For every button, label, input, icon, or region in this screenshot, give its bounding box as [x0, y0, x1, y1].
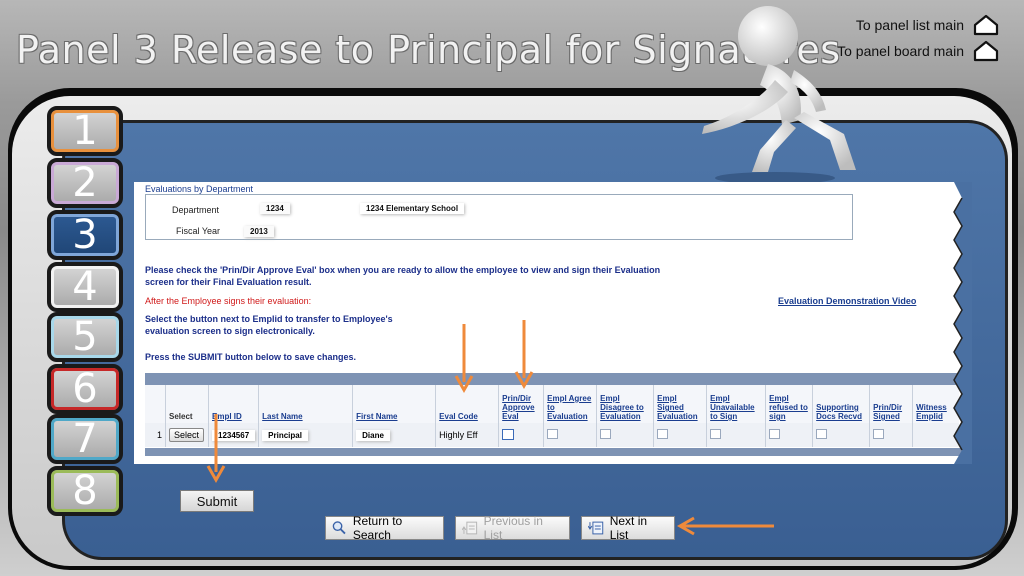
- instruction-approve-line1: Please check the 'Prin/Dir Approve Eval'…: [145, 265, 661, 275]
- previous-in-list-label: Previous in List: [483, 514, 543, 542]
- instruction-select-line2: evaluation screen to sign electronically…: [145, 326, 315, 336]
- grid-header-lastname[interactable]: Last Name: [258, 385, 353, 423]
- tab-7[interactable]: 7: [47, 414, 123, 464]
- lastname-value: Principal: [262, 430, 308, 441]
- section-title: Evaluations by Department: [145, 184, 254, 194]
- tab-8[interactable]: 8: [47, 466, 123, 516]
- next-in-list-label: Next in List: [609, 514, 648, 542]
- select-button[interactable]: Select: [169, 428, 205, 442]
- previous-in-list-button[interactable]: Previous in List: [455, 514, 570, 542]
- fiscal-year-label: Fiscal Year: [176, 226, 221, 236]
- empl-disagree-checkbox[interactable]: [600, 429, 612, 439]
- empl-agree-cell: [543, 423, 597, 447]
- firstname-value: Diane: [356, 430, 390, 441]
- list-down-icon: [588, 521, 604, 535]
- prin-approve-cell: [498, 423, 544, 447]
- prin-signed-cell: [869, 423, 913, 447]
- next-in-list-button[interactable]: Next in List: [581, 514, 675, 542]
- department-box: Department 1234 1234 Elementary School F…: [145, 194, 853, 240]
- arrow-left-icon: [676, 516, 774, 536]
- tab-5[interactable]: 5: [47, 312, 123, 362]
- return-to-search-button[interactable]: Return to Search: [325, 514, 444, 542]
- fiscal-year-value: 2013: [244, 226, 274, 237]
- warning-text: After the Employee signs their evaluatio…: [145, 296, 312, 306]
- grid-header-empl-agree[interactable]: Empl Agree to Evaluation: [543, 385, 597, 423]
- torn-edge-decoration: [953, 182, 972, 464]
- department-label: Department: [172, 205, 220, 215]
- arrow-down-icon: [514, 320, 534, 390]
- grid-header-prin-approve[interactable]: Prin/Dir Approve Eval: [498, 385, 544, 423]
- empl-refused-cell: [765, 423, 813, 447]
- empl-unavailable-checkbox[interactable]: [710, 429, 722, 439]
- lastname-cell: Principal: [258, 423, 353, 447]
- tab-6[interactable]: 6: [47, 364, 123, 414]
- arrow-down-icon: [206, 414, 226, 484]
- firstname-cell: Diane: [352, 423, 436, 447]
- grid-header-empl-disagree[interactable]: Empl Disagree to Evaluation: [596, 385, 654, 423]
- evaluation-screenshot-panel: Evaluations by Department Department 123…: [134, 182, 972, 464]
- department-name: 1234 Elementary School: [360, 203, 465, 214]
- arrow-down-icon: [454, 324, 474, 394]
- instruction-submit: Press the SUBMIT button below to save ch…: [145, 352, 357, 362]
- empl-signed-checkbox[interactable]: [657, 429, 669, 439]
- supporting-docs-checkbox[interactable]: [816, 429, 828, 439]
- search-icon: [332, 521, 346, 535]
- grid-header-select: Select: [165, 385, 209, 423]
- tab-2[interactable]: 2: [47, 158, 123, 208]
- grid-header-prin-signed[interactable]: Prin/Dir Signed: [869, 385, 913, 423]
- empl-signed-cell: [653, 423, 707, 447]
- grid-header-firstname[interactable]: First Name: [352, 385, 436, 423]
- grid-header-supporting-docs[interactable]: Supporting Docs Recvd: [812, 385, 870, 423]
- list-up-icon: [462, 521, 478, 535]
- link-label: To panel list main: [855, 17, 964, 33]
- table-row: 1 Select 1234567 Principal Diane Highly …: [145, 423, 960, 447]
- grid-header-empl-unavailable[interactable]: Empl Unavailable to Sign: [706, 385, 766, 423]
- empl-refused-checkbox[interactable]: [769, 429, 781, 439]
- grid-header-bar: [145, 373, 972, 385]
- grid-header-empl-signed[interactable]: Empl Signed Evaluation: [653, 385, 707, 423]
- empl-disagree-cell: [596, 423, 654, 447]
- pointing-figure-illustration: [702, 6, 856, 184]
- row-number: 1: [145, 423, 166, 447]
- select-cell: Select: [165, 423, 209, 447]
- submit-button[interactable]: Submit: [180, 490, 254, 512]
- tab-4[interactable]: 4: [47, 262, 123, 312]
- instruction-approve-line2: screen for their Final Evaluation result…: [145, 277, 312, 287]
- evalcode-cell: Highly Eff: [435, 423, 499, 447]
- empl-unavailable-cell: [706, 423, 766, 447]
- instruction-select-line1: Select the button next to Emplid to tran…: [145, 314, 393, 324]
- grid-header-rownum: [145, 385, 166, 423]
- evaluation-grid: Select Empl ID Last Name First Name Eval…: [145, 385, 960, 447]
- home-icon: [973, 14, 999, 36]
- supporting-docs-cell: [812, 423, 870, 447]
- department-id: 1234: [260, 203, 290, 214]
- empl-agree-checkbox[interactable]: [547, 429, 559, 439]
- grid-header-row: Select Empl ID Last Name First Name Eval…: [145, 385, 960, 423]
- prin-approve-checkbox[interactable]: [502, 428, 515, 440]
- tab-3[interactable]: 3: [47, 210, 123, 260]
- prin-signed-checkbox[interactable]: [873, 429, 885, 439]
- tab-1[interactable]: 1: [47, 106, 123, 156]
- demo-video-link[interactable]: Evaluation Demonstration Video: [778, 296, 916, 306]
- return-to-search-label: Return to Search: [352, 514, 403, 542]
- grid-header-empl-refused[interactable]: Empl refused to sign: [765, 385, 813, 423]
- grid-footer-bar: [145, 448, 972, 456]
- home-icon: [973, 40, 999, 62]
